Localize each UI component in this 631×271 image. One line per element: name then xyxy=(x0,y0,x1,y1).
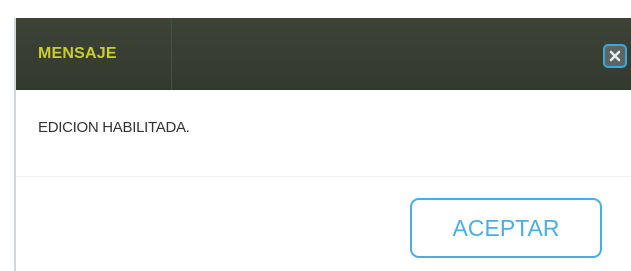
dialog-title: MENSAJE xyxy=(38,45,117,62)
close-button[interactable] xyxy=(603,44,627,68)
dialog-message: EDICION HABILITADA. xyxy=(38,119,190,136)
message-dialog: MENSAJE EDICION HABILITADA. ACEPTAR xyxy=(14,18,631,271)
close-icon xyxy=(609,50,621,62)
titlebar-divider xyxy=(171,18,172,90)
accept-button[interactable]: ACEPTAR xyxy=(410,198,602,258)
footer-divider xyxy=(16,176,631,177)
dialog-titlebar: MENSAJE xyxy=(16,18,631,90)
